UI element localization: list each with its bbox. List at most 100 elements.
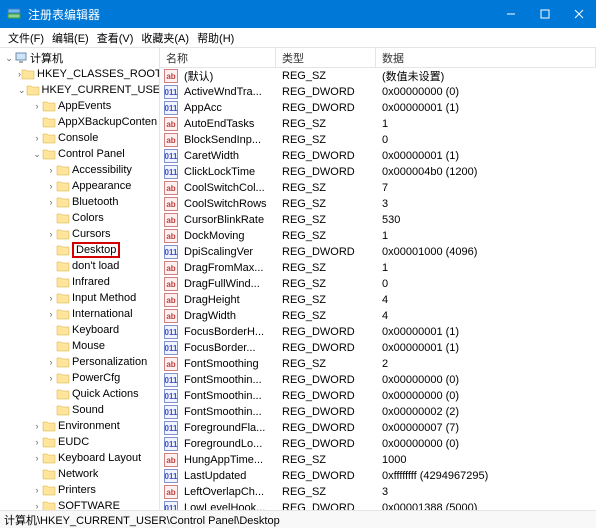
chevron-right-icon[interactable]: › [46, 165, 56, 175]
column-data[interactable]: 数据 [376, 48, 596, 67]
tree-node[interactable]: Quick Actions [0, 386, 159, 402]
value-row[interactable]: 011ActiveWndTra...REG_DWORD0x00000000 (0… [160, 84, 596, 100]
tree-node[interactable]: ›Console [0, 130, 159, 146]
value-row[interactable]: 011FontSmoothin...REG_DWORD0x00000000 (0… [160, 388, 596, 404]
value-row[interactable]: abDragFromMax...REG_SZ1 [160, 260, 596, 276]
tree-pane[interactable]: ⌄计算机›HKEY_CLASSES_ROOT⌄HKEY_CURRENT_USER… [0, 48, 160, 510]
tree-node[interactable]: ›Accessibility [0, 162, 159, 178]
value-row[interactable]: 011DpiScalingVerREG_DWORD0x00001000 (409… [160, 244, 596, 260]
dword-value-icon: 011 [164, 437, 178, 451]
value-name: DragFullWind... [178, 278, 276, 290]
tree-node-label: Colors [72, 212, 104, 224]
value-row[interactable]: abLeftOverlapCh...REG_SZ3 [160, 484, 596, 500]
list-pane[interactable]: 名称 类型 数据 ab(默认)REG_SZ(数值未设置)011ActiveWnd… [160, 48, 596, 510]
tree-node[interactable]: ›Printers [0, 482, 159, 498]
value-row[interactable]: abDragFullWind...REG_SZ0 [160, 276, 596, 292]
tree-node[interactable]: ›International [0, 306, 159, 322]
chevron-right-icon[interactable]: › [46, 373, 56, 383]
tree-node[interactable]: Sound [0, 402, 159, 418]
tree-node[interactable]: ›AppEvents [0, 98, 159, 114]
tree-node[interactable]: ›HKEY_CLASSES_ROOT [0, 66, 159, 82]
tree-node[interactable]: ›Keyboard Layout [0, 450, 159, 466]
chevron-right-icon[interactable]: › [46, 229, 56, 239]
value-row[interactable]: abBlockSendInp...REG_SZ0 [160, 132, 596, 148]
value-row[interactable]: 011LowLevelHook...REG_DWORD0x00001388 (5… [160, 500, 596, 510]
menu-help[interactable]: 帮助(H) [193, 30, 238, 46]
value-row[interactable]: 011ClickLockTimeREG_DWORD0x000004b0 (120… [160, 164, 596, 180]
tree-node[interactable]: ›Environment [0, 418, 159, 434]
tree-node[interactable]: Mouse [0, 338, 159, 354]
string-value-icon: ab [164, 357, 178, 371]
value-row[interactable]: 011FocusBorder...REG_DWORD0x00000001 (1) [160, 340, 596, 356]
chevron-down-icon[interactable]: ⌄ [32, 149, 42, 160]
tree-node[interactable]: ›SOFTWARE [0, 498, 159, 510]
value-type: REG_DWORD [276, 166, 376, 178]
menu-view[interactable]: 查看(V) [93, 30, 138, 46]
chevron-right-icon[interactable]: › [46, 357, 56, 367]
value-row[interactable]: abHungAppTime...REG_SZ1000 [160, 452, 596, 468]
chevron-right-icon[interactable]: › [32, 485, 42, 495]
chevron-right-icon[interactable]: › [32, 453, 42, 463]
menu-favorites[interactable]: 收藏夹(A) [137, 30, 193, 46]
chevron-right-icon[interactable]: › [32, 133, 42, 143]
value-row[interactable]: abCoolSwitchRowsREG_SZ3 [160, 196, 596, 212]
value-row[interactable]: abAutoEndTasksREG_SZ1 [160, 116, 596, 132]
string-value-icon: ab [164, 229, 178, 243]
chevron-right-icon[interactable]: › [32, 101, 42, 111]
value-data: 0x00000000 (0) [376, 374, 596, 386]
value-row[interactable]: abCoolSwitchCol...REG_SZ7 [160, 180, 596, 196]
chevron-right-icon[interactable]: › [32, 501, 42, 510]
tree-node[interactable]: ›Personalization [0, 354, 159, 370]
tree-node[interactable]: ›PowerCfg [0, 370, 159, 386]
value-row[interactable]: 011ForegroundFla...REG_DWORD0x00000007 (… [160, 420, 596, 436]
tree-node[interactable]: ⌄Control Panel [0, 146, 159, 162]
tree-node[interactable]: ›Input Method [0, 290, 159, 306]
folder-icon [21, 68, 35, 80]
column-type[interactable]: 类型 [276, 48, 376, 67]
chevron-right-icon[interactable]: › [32, 437, 42, 447]
tree-node[interactable]: ⌄计算机 [0, 50, 159, 66]
value-name: DragFromMax... [178, 262, 276, 274]
tree-node[interactable]: Network [0, 466, 159, 482]
tree-node[interactable]: ›Bluetooth [0, 194, 159, 210]
chevron-right-icon[interactable]: › [32, 421, 42, 431]
menubar: 文件(F) 编辑(E) 查看(V) 收藏夹(A) 帮助(H) [0, 28, 596, 48]
tree-node[interactable]: ›Cursors [0, 226, 159, 242]
chevron-right-icon[interactable]: › [46, 293, 56, 303]
value-type: REG_DWORD [276, 102, 376, 114]
minimize-button[interactable] [494, 0, 528, 28]
tree-node[interactable]: don't load [0, 258, 159, 274]
value-row[interactable]: 011LastUpdatedREG_DWORD0xffffffff (42949… [160, 468, 596, 484]
chevron-right-icon[interactable]: › [46, 309, 56, 319]
tree-node[interactable]: Infrared [0, 274, 159, 290]
tree-node[interactable]: Colors [0, 210, 159, 226]
value-row[interactable]: abDockMovingREG_SZ1 [160, 228, 596, 244]
chevron-down-icon[interactable]: ⌄ [18, 85, 26, 96]
value-data: 0 [376, 134, 596, 146]
value-row[interactable]: abCursorBlinkRateREG_SZ530 [160, 212, 596, 228]
column-name[interactable]: 名称 [160, 48, 276, 67]
value-row[interactable]: abFontSmoothingREG_SZ2 [160, 356, 596, 372]
value-row[interactable]: abDragHeightREG_SZ4 [160, 292, 596, 308]
tree-node[interactable]: ›EUDC [0, 434, 159, 450]
value-row[interactable]: 011FontSmoothin...REG_DWORD0x00000002 (2… [160, 404, 596, 420]
value-row[interactable]: 011ForegroundLo...REG_DWORD0x00000000 (0… [160, 436, 596, 452]
value-row[interactable]: ab(默认)REG_SZ(数值未设置) [160, 68, 596, 84]
value-row[interactable]: abDragWidthREG_SZ4 [160, 308, 596, 324]
value-row[interactable]: 011FontSmoothin...REG_DWORD0x00000000 (0… [160, 372, 596, 388]
value-row[interactable]: 011AppAccREG_DWORD0x00000001 (1) [160, 100, 596, 116]
tree-node[interactable]: Desktop [0, 242, 159, 258]
chevron-right-icon[interactable]: › [46, 197, 56, 207]
chevron-down-icon[interactable]: ⌄ [4, 53, 14, 64]
tree-node[interactable]: Keyboard [0, 322, 159, 338]
maximize-button[interactable] [528, 0, 562, 28]
tree-node[interactable]: AppXBackupConten [0, 114, 159, 130]
menu-edit[interactable]: 编辑(E) [48, 30, 93, 46]
chevron-right-icon[interactable]: › [46, 181, 56, 191]
tree-node[interactable]: ›Appearance [0, 178, 159, 194]
value-row[interactable]: 011FocusBorderH...REG_DWORD0x00000001 (1… [160, 324, 596, 340]
tree-node[interactable]: ⌄HKEY_CURRENT_USER [0, 82, 159, 98]
menu-file[interactable]: 文件(F) [4, 30, 48, 46]
close-button[interactable] [562, 0, 596, 28]
value-row[interactable]: 011CaretWidthREG_DWORD0x00000001 (1) [160, 148, 596, 164]
